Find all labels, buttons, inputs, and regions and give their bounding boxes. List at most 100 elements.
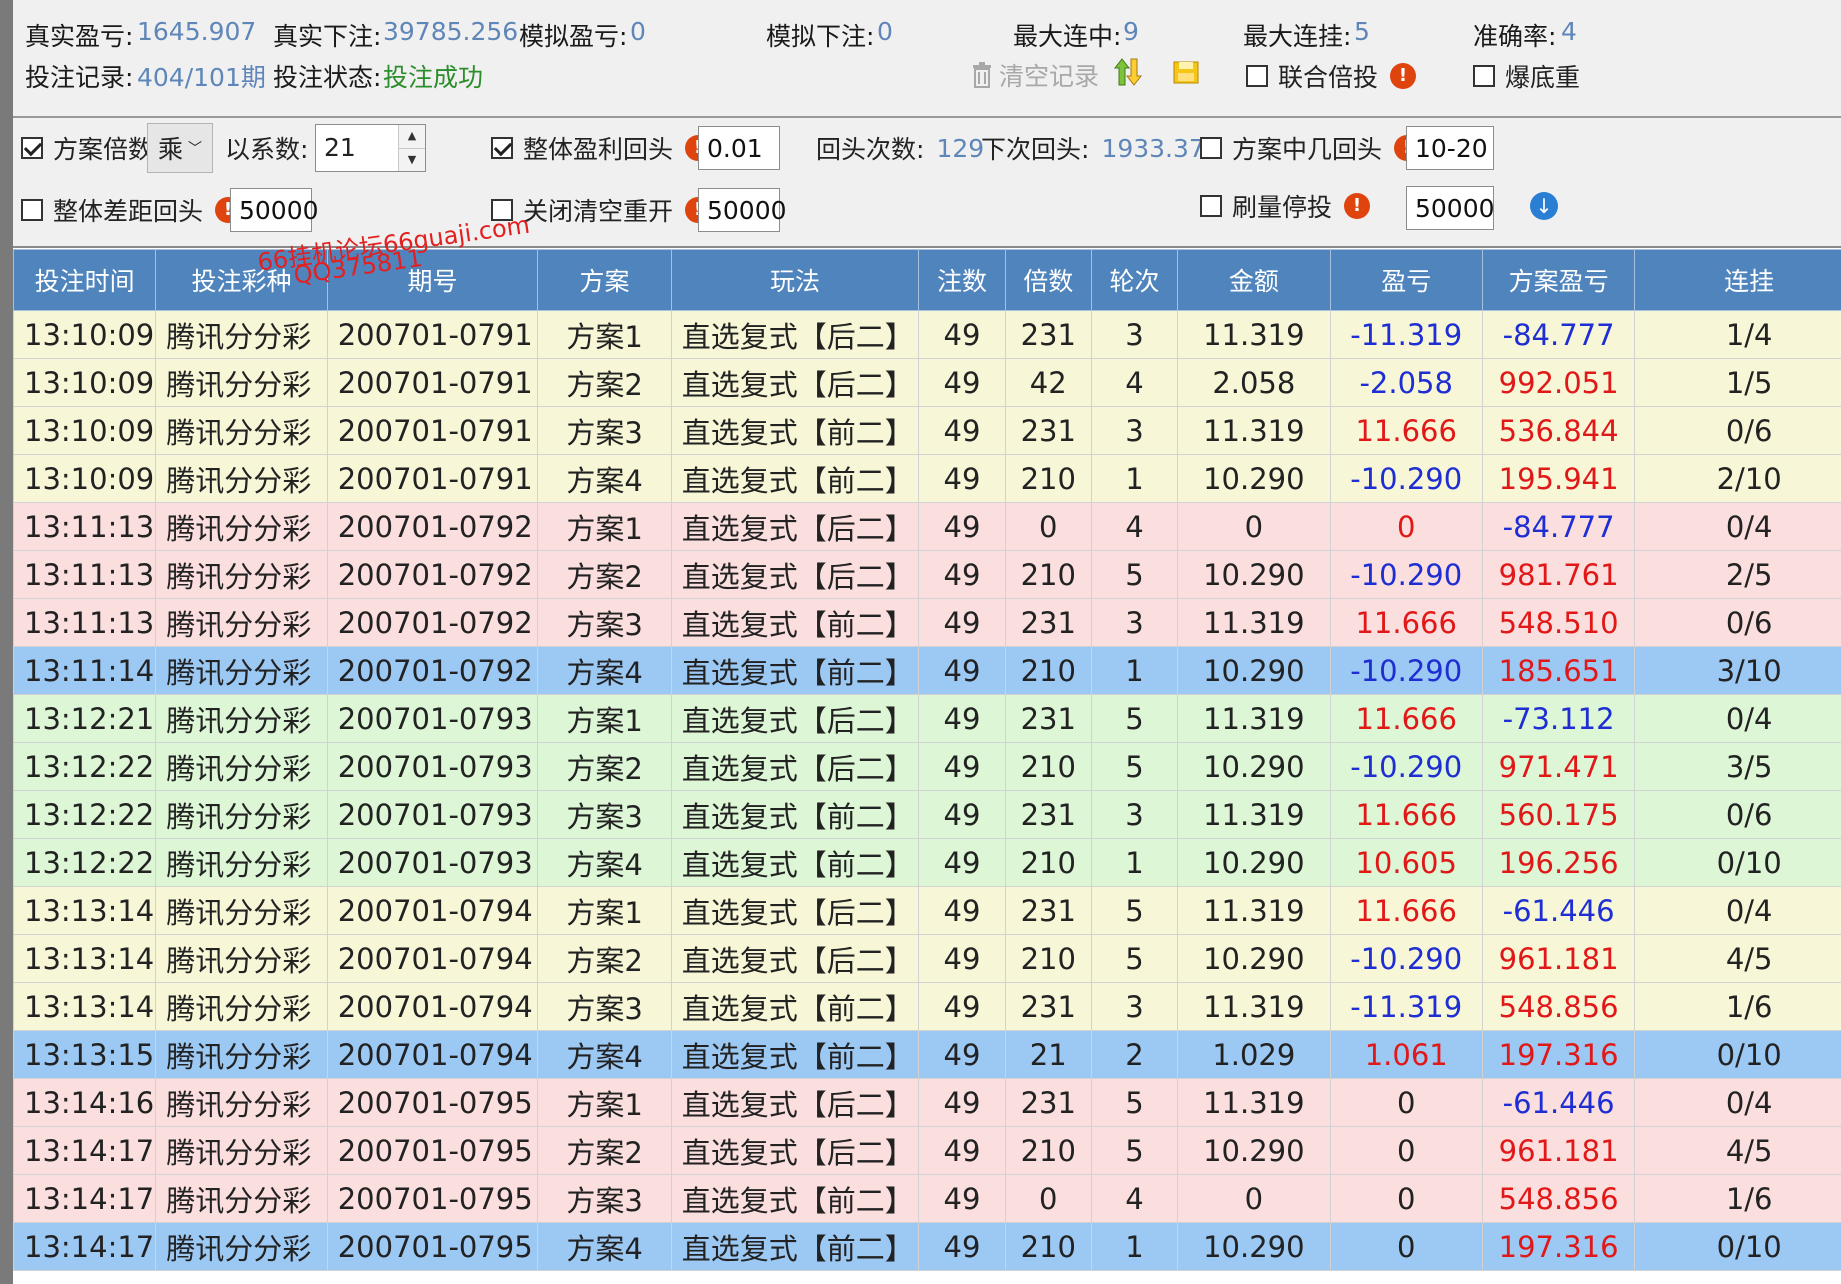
overall-gap-back-checkbox[interactable]: 整体差距回头 !	[21, 180, 242, 240]
cell-plan: 方案2	[537, 1126, 672, 1175]
cell-play: 直选复式【后二】	[670, 502, 920, 551]
cell-profit: 0	[1329, 1126, 1483, 1175]
table-row[interactable]: 13:10:09 腾讯分分彩 200701-0791 方案4 直选复式【前二】 49 210…	[12, 454, 1841, 503]
cell-time: 13:10:09	[12, 358, 157, 407]
column-header[interactable]: 倍数	[1004, 249, 1092, 311]
cell-play: 直选复式【前二】	[670, 982, 920, 1031]
table-row[interactable]: 13:14:17 腾讯分分彩 200701-0795 方案3 直选复式【前二】 49 0 4 0…	[12, 1174, 1841, 1223]
sort-arrows-button[interactable]	[1113, 57, 1143, 87]
table-row[interactable]: 13:12:22 腾讯分分彩 200701-0793 方案3 直选复式【前二】 49 231…	[12, 790, 1841, 839]
table-row[interactable]: 13:14:16 腾讯分分彩 200701-0795 方案1 直选复式【后二】 49 231…	[12, 1078, 1841, 1127]
bet-record-value: 404/101期	[137, 63, 266, 92]
cell-lottery: 腾讯分分彩	[155, 694, 328, 743]
joint-multiple-checkbox[interactable]: 联合倍投 !	[1246, 58, 1417, 94]
cell-streak: 1/4	[1634, 310, 1841, 359]
sim-bet-value: 0	[877, 17, 893, 46]
column-header[interactable]: 方案	[537, 249, 672, 311]
reset-box[interactable]	[1473, 65, 1495, 87]
cell-lottery: 腾讯分分彩	[155, 598, 328, 647]
table-row[interactable]: 13:11:14 腾讯分分彩 200701-0792 方案4 直选复式【前二】 49 210…	[12, 646, 1841, 695]
cell-play: 直选复式【后二】	[670, 550, 920, 599]
cell-streak: 0/6	[1634, 790, 1841, 839]
table-row[interactable]: 13:14:17 腾讯分分彩 200701-0795 方案2 直选复式【后二】 49 210…	[12, 1126, 1841, 1175]
cell-streak: 1/5	[1634, 358, 1841, 407]
cell-issue: 200701-0795	[326, 1126, 539, 1175]
table-row[interactable]: 13:12:21 腾讯分分彩 200701-0793 方案1 直选复式【后二】 49 231…	[12, 694, 1841, 743]
table-row[interactable]: 13:13:15 腾讯分分彩 200701-0794 方案4 直选复式【前二】 49 21 2…	[12, 1030, 1841, 1079]
cell-streak: 0/10	[1634, 838, 1841, 887]
plan-hits-back-input[interactable]: 10-20	[1406, 126, 1494, 170]
cell-round: 5	[1090, 934, 1179, 983]
cell-count: 49	[918, 598, 1006, 647]
plan-multiple-checkbox[interactable]: 方案倍数	[21, 118, 153, 178]
clear-record-button[interactable]: 清空记录	[971, 57, 1099, 93]
plan-multiple-box[interactable]	[21, 137, 43, 159]
cell-play: 直选复式【后二】	[670, 310, 920, 359]
coef-spinner[interactable]: 21 ▲ ▼	[315, 124, 426, 172]
column-header[interactable]: 盈亏	[1329, 249, 1483, 311]
column-header[interactable]: 连挂	[1634, 249, 1841, 311]
cell-round: 3	[1090, 406, 1179, 455]
table-row[interactable]: 13:12:22 腾讯分分彩 200701-0793 方案2 直选复式【后二】 49 210…	[12, 742, 1841, 791]
table-row[interactable]: 13:14:17 腾讯分分彩 200701-0795 方案4 直选复式【前二】 49 210…	[12, 1222, 1841, 1271]
table-row[interactable]: 13:10:09 腾讯分分彩 200701-0791 方案2 直选复式【后二】 49 42 4…	[12, 358, 1841, 407]
overall-profit-back-input[interactable]: 0.01	[698, 126, 780, 170]
cell-streak: 4/5	[1634, 934, 1841, 983]
joint-multiple-box[interactable]	[1246, 65, 1268, 87]
table-row[interactable]: 13:13:14 腾讯分分彩 200701-0794 方案2 直选复式【后二】 49 210…	[12, 934, 1841, 983]
cell-time: 13:14:17	[12, 1174, 157, 1223]
cell-profit: 1.061	[1329, 1030, 1483, 1079]
table-row[interactable]: 13:13:14 腾讯分分彩 200701-0794 方案3 直选复式【前二】 49 231…	[12, 982, 1841, 1031]
cell-time: 13:12:22	[12, 742, 157, 791]
settings-panel: 方案倍数 乘 ﹀ 以系数: 21 ▲ ▼ 整体盈利回头 ! 0.01 回头次数:…	[13, 118, 1841, 248]
column-header[interactable]: 投注时间	[12, 249, 157, 311]
column-header[interactable]: 方案盈亏	[1481, 249, 1636, 311]
cell-round: 3	[1090, 790, 1179, 839]
close-clear-restart-input[interactable]: 50000	[698, 188, 787, 232]
volume-stop-box[interactable]	[1200, 195, 1222, 217]
volume-stop-input[interactable]: 50000	[1406, 186, 1495, 230]
real-profit-value: 1645.907	[137, 17, 257, 46]
table-row[interactable]: 13:12:22 腾讯分分彩 200701-0793 方案4 直选复式【前二】 49 210…	[12, 838, 1841, 887]
plan-hits-back-box[interactable]	[1200, 137, 1222, 159]
table-row[interactable]: 13:10:09 腾讯分分彩 200701-0791 方案3 直选复式【前二】 49 231…	[12, 406, 1841, 455]
cell-time: 13:10:09	[12, 310, 157, 359]
cell-plan-profit: 971.471	[1481, 742, 1636, 791]
table-row[interactable]: 13:13:14 腾讯分分彩 200701-0794 方案1 直选复式【后二】 49 231…	[12, 886, 1841, 935]
cell-play: 直选复式【前二】	[670, 838, 920, 887]
cell-mult: 231	[1004, 1078, 1092, 1127]
cell-amount: 11.319	[1177, 790, 1331, 839]
cell-time: 13:14:17	[12, 1126, 157, 1175]
cell-count: 49	[918, 790, 1006, 839]
column-header[interactable]: 金额	[1177, 249, 1331, 311]
column-header[interactable]: 轮次	[1090, 249, 1179, 311]
column-header[interactable]: 玩法	[670, 249, 920, 311]
plan-hits-back-checkbox[interactable]: 方案中几回头 !	[1200, 118, 1421, 178]
save-button[interactable]	[1173, 59, 1199, 85]
spin-down-icon[interactable]: ▼	[399, 147, 425, 171]
volume-stop-checkbox[interactable]: 刷量停投 !	[1200, 176, 1371, 236]
operator-select[interactable]: 乘 ﹀	[147, 123, 213, 173]
coef-value[interactable]: 21	[316, 125, 398, 171]
bet-status-value: 投注成功	[383, 63, 484, 92]
table-row[interactable]: 13:10:09 腾讯分分彩 200701-0791 方案1 直选复式【后二】 49 231…	[12, 310, 1841, 359]
cell-lottery: 腾讯分分彩	[155, 886, 328, 935]
bet-status-label: 投注状态:	[273, 63, 382, 92]
download-button[interactable]: ↓	[1530, 192, 1558, 220]
stats-bar: 真实盈亏: 1645.907 真实下注: 39785.256 模拟盈亏: 0 模…	[13, 0, 1841, 118]
overall-profit-back-label: 整体盈利回头	[523, 135, 674, 164]
spin-up-icon[interactable]: ▲	[399, 125, 425, 148]
overall-profit-back-checkbox[interactable]: 整体盈利回头 !	[491, 118, 712, 178]
volume-stop-label: 刷量停投	[1232, 193, 1333, 222]
cell-mult: 231	[1004, 694, 1092, 743]
reset-checkbox[interactable]: 爆底重	[1473, 58, 1580, 94]
column-header[interactable]: 注数	[918, 249, 1006, 311]
overall-gap-back-box[interactable]	[21, 199, 43, 221]
table-row[interactable]: 13:11:13 腾讯分分彩 200701-0792 方案1 直选复式【后二】 49 0 4 0…	[12, 502, 1841, 551]
table-row[interactable]: 13:11:13 腾讯分分彩 200701-0792 方案3 直选复式【前二】 49 231…	[12, 598, 1841, 647]
overall-profit-back-box[interactable]	[491, 137, 513, 159]
sort-arrows-icon	[1113, 58, 1143, 86]
overall-gap-back-input[interactable]: 50000	[230, 188, 319, 232]
cell-issue: 200701-0793	[326, 790, 539, 839]
table-row[interactable]: 13:11:13 腾讯分分彩 200701-0792 方案2 直选复式【后二】 49 210…	[12, 550, 1841, 599]
